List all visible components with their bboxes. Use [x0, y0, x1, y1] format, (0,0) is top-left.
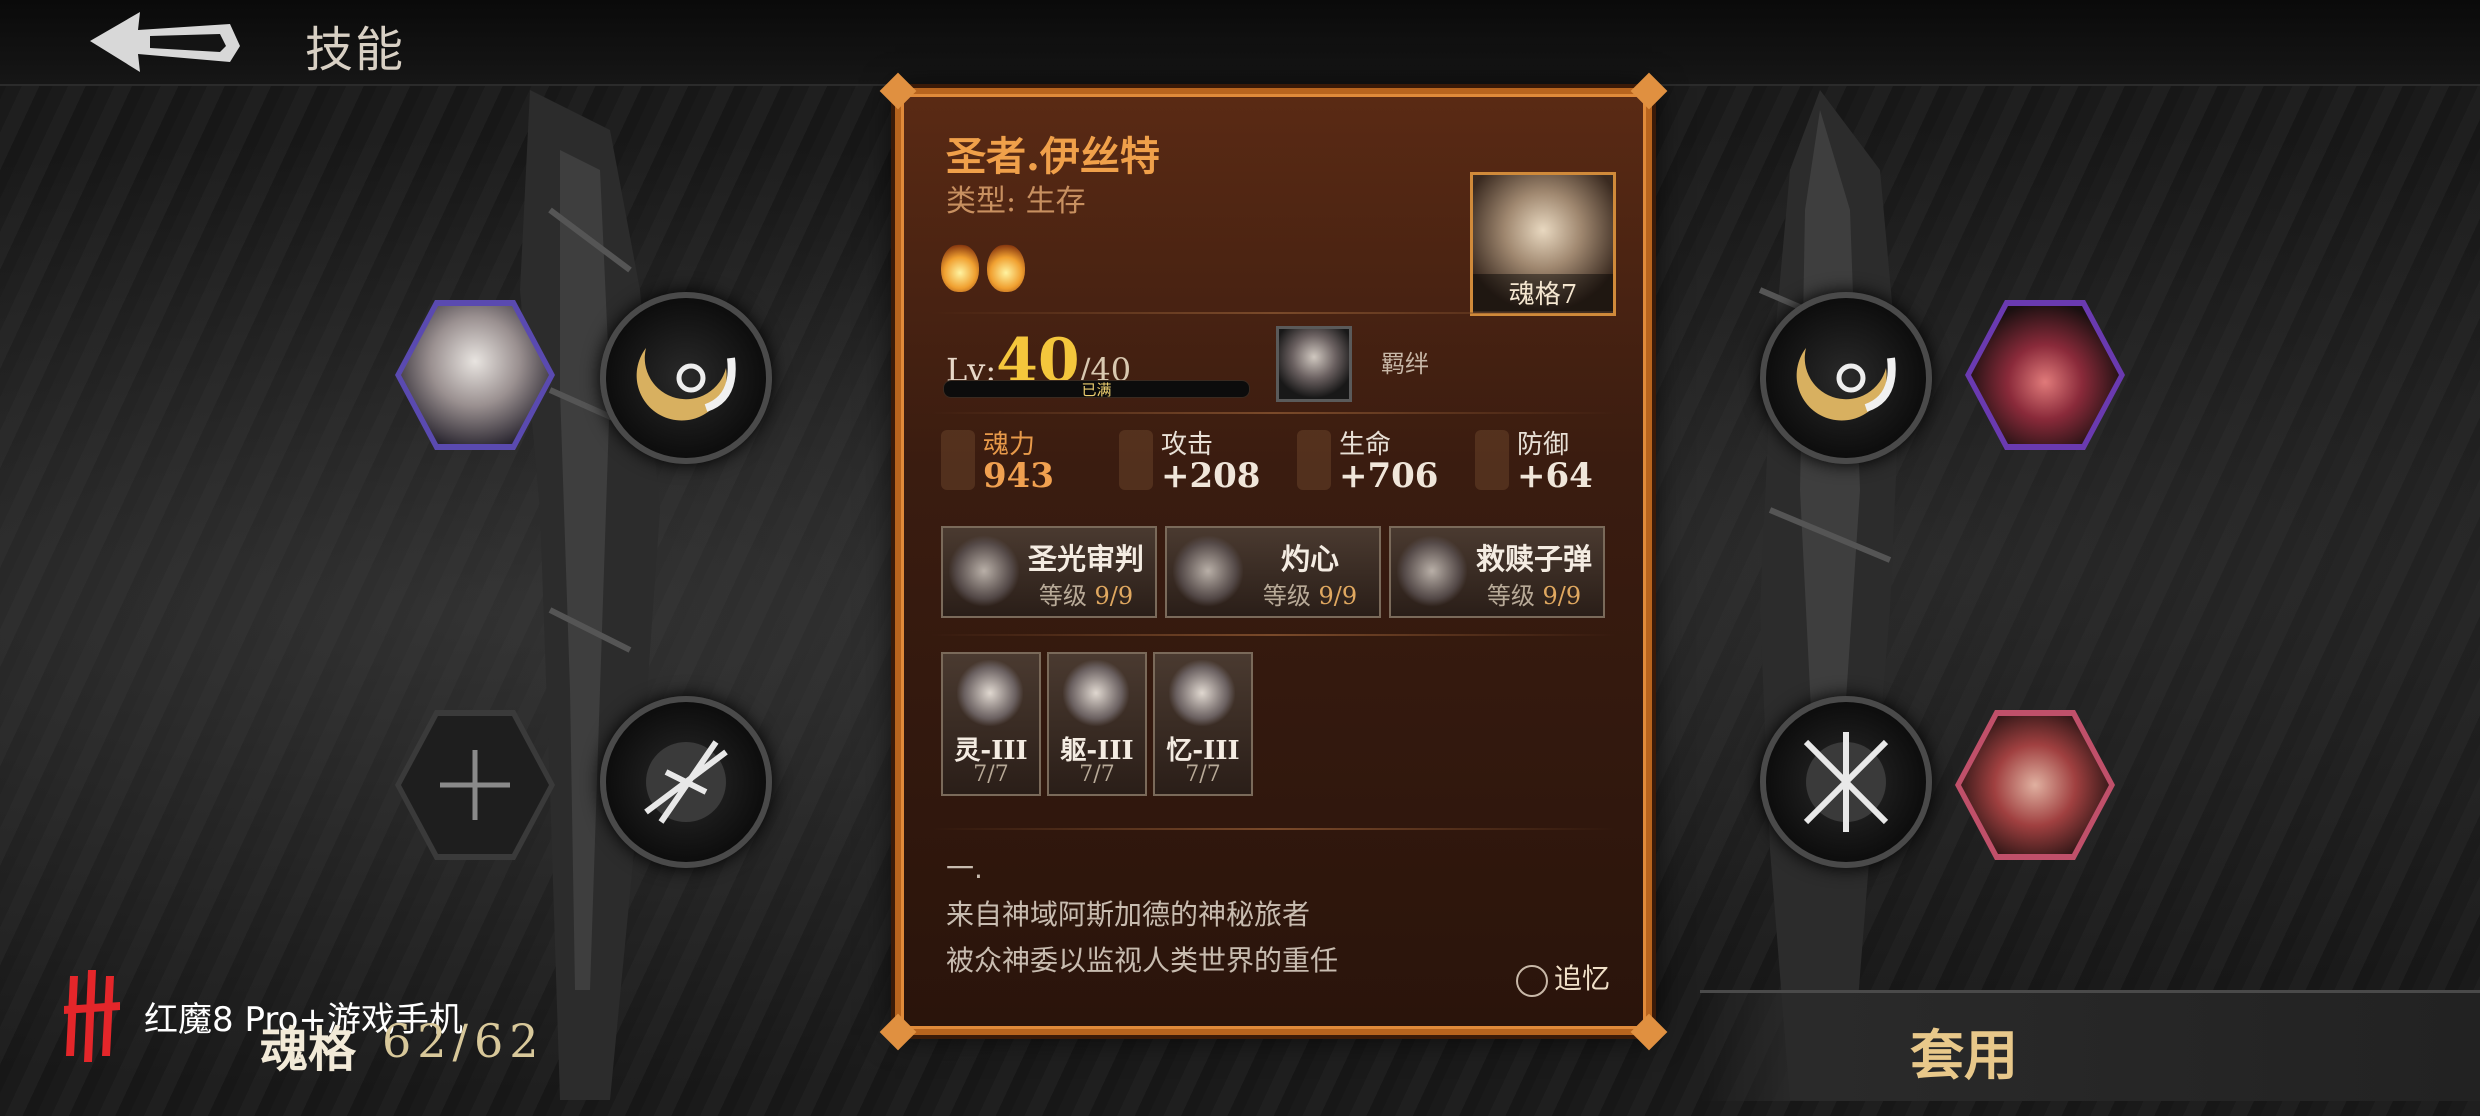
- rune-card[interactable]: 躯-III 7/7: [1047, 652, 1147, 796]
- recall-button[interactable]: 追忆: [1515, 957, 1610, 997]
- rune-count: 7/7: [1079, 762, 1115, 787]
- rune-card[interactable]: 灵-III 7/7: [941, 652, 1041, 796]
- soul-rank-label: 魂格: [260, 1022, 357, 1078]
- character-name: 圣者.伊丝特: [946, 133, 1160, 180]
- divider: [931, 412, 1616, 414]
- exp-bar: 已满: [943, 380, 1250, 399]
- skill-slot-crescent[interactable]: [600, 292, 772, 464]
- bond-label: 羁绊: [1381, 350, 1429, 378]
- stat-value: 943: [983, 456, 1054, 496]
- body-rune-icon: [1063, 660, 1129, 726]
- skill-card[interactable]: 圣光审判 等级 9/9: [941, 526, 1157, 618]
- page-title: 技能: [305, 22, 406, 78]
- back-button[interactable]: [80, 6, 250, 76]
- holy-judgment-icon: [949, 534, 1019, 608]
- stat-value: +706: [1339, 456, 1439, 496]
- spirit-rune-icon: [957, 660, 1023, 726]
- skill-name: 灼心: [1280, 542, 1339, 576]
- burst-skill-icon: [1803, 732, 1889, 832]
- burning-heart-icon: [1173, 534, 1243, 608]
- character-story: 一. 来自神域阿斯加德的神秘旅者 被众神委以监视人类世界的重任: [946, 846, 1338, 984]
- stat-defense: 防御 +64: [1475, 424, 1640, 514]
- memory-rune-icon: [1169, 660, 1235, 726]
- stat-value: +208: [1161, 456, 1261, 496]
- back-arrow-icon: [90, 12, 240, 72]
- crescent-skill-icon: [636, 348, 736, 421]
- stats-row: 魂力 943 攻击 +208 生命 +706 防御 +64: [941, 424, 1611, 514]
- apply-button[interactable]: 套用: [1700, 990, 2480, 1101]
- crescent-skill-icon: [1796, 348, 1896, 421]
- stat-attack: 攻击 +208: [1119, 424, 1284, 514]
- character-detail-panel: 圣者.伊丝特 类型: 生存 魂格7 Lv:40/40 已满 羁绊 魂力 943 …: [879, 72, 1668, 1051]
- story-line: 一.: [946, 852, 983, 885]
- rune-card[interactable]: 忆-III 7/7: [1153, 652, 1253, 796]
- top-bar: 技能: [0, 0, 2480, 86]
- skill-card[interactable]: 救赎子弹 等级 9/9: [1389, 526, 1605, 618]
- burst-skill-icon: [644, 740, 728, 824]
- type-label: 类型:: [946, 184, 1017, 219]
- skill-slot-star-burst[interactable]: [1760, 696, 1932, 868]
- health-icon: [1297, 430, 1331, 490]
- red-magic-logo: [64, 970, 120, 1062]
- skill-slot-burst[interactable]: [600, 696, 772, 868]
- recall-label: 追忆: [1553, 962, 1610, 995]
- stat-soul-power: 魂力 943: [941, 424, 1106, 514]
- story-line: 来自神域阿斯加德的神秘旅者: [946, 898, 1311, 931]
- rune-count: 7/7: [973, 762, 1009, 787]
- defense-icon: [1475, 430, 1509, 490]
- divider: [931, 634, 1616, 636]
- stat-health: 生命 +706: [1297, 424, 1462, 514]
- apply-button-label: 套用: [1910, 1023, 2018, 1087]
- story-line: 被众神委以监视人类世界的重任: [946, 944, 1339, 977]
- exp-bar-text: 已满: [1081, 381, 1112, 399]
- right-weapon-art: [1720, 90, 1930, 1100]
- portrait-soul-rank: 魂格7: [1473, 274, 1613, 311]
- soul-power-icon: [941, 430, 975, 490]
- skills-row: 圣光审判 等级 9/9 灼心 等级 9/9 救赎子弹 等级 9/9: [941, 526, 1611, 618]
- skill-card[interactable]: 灼心 等级 9/9: [1165, 526, 1381, 618]
- recall-icon: [1515, 964, 1548, 997]
- bond-portrait[interactable]: [1276, 326, 1352, 402]
- flame-icon: [987, 244, 1025, 292]
- redemption-bullet-icon: [1397, 534, 1467, 608]
- type-value: 生存: [1025, 184, 1086, 219]
- skill-slot-crescent-right[interactable]: [1760, 292, 1932, 464]
- left-weapon-art: [490, 90, 700, 1100]
- character-type: 类型: 生存: [946, 176, 1086, 220]
- flame-icon: [941, 244, 979, 292]
- flame-rating: [941, 244, 1033, 296]
- soul-rank-value: 62/62: [382, 1014, 545, 1068]
- divider: [931, 312, 1616, 314]
- rune-count: 7/7: [1185, 762, 1221, 787]
- stat-value: +64: [1517, 456, 1593, 496]
- skill-level: 等级 9/9: [1262, 582, 1358, 610]
- ornate-divider: [931, 828, 1616, 830]
- attack-icon: [1119, 430, 1153, 490]
- skill-name: 圣光审判: [1027, 542, 1144, 576]
- skill-level: 等级 9/9: [1486, 582, 1582, 610]
- skill-level: 等级 9/9: [1038, 582, 1134, 610]
- skill-name: 救赎子弹: [1475, 542, 1592, 576]
- character-portrait[interactable]: 魂格7: [1470, 172, 1616, 316]
